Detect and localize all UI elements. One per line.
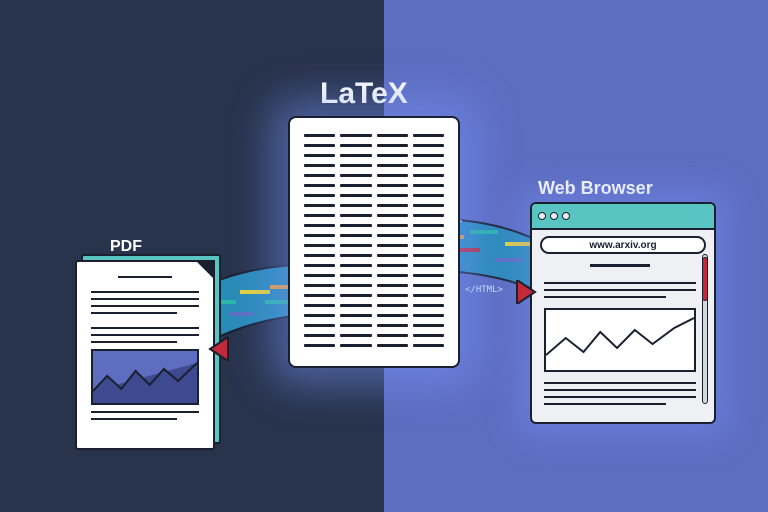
pdf-text-line	[91, 312, 177, 314]
window-control-dot	[550, 212, 558, 220]
browser-url-bar: www.arxiv.org	[540, 236, 706, 254]
page-text-line	[544, 389, 696, 391]
arrowhead-icon	[515, 280, 537, 304]
page-text-line	[544, 382, 696, 384]
browser-embedded-chart	[544, 308, 696, 372]
browser-label: Web Browser	[538, 178, 653, 199]
page-title-line	[590, 264, 651, 267]
latex-label: LaTeX	[320, 77, 408, 111]
pdf-document	[75, 260, 215, 450]
pdf-text-line	[91, 334, 199, 336]
pdf-text-line	[91, 411, 199, 413]
pdf-text-line	[91, 291, 199, 293]
browser-window: www.arxiv.org	[530, 202, 716, 424]
pdf-page-front	[75, 260, 215, 450]
page-text-line	[544, 396, 696, 398]
pdf-text-line	[91, 327, 199, 329]
arrowhead-icon	[208, 337, 230, 361]
window-control-dot	[562, 212, 570, 220]
page-text-line	[544, 296, 666, 298]
pdf-text-line	[91, 418, 177, 420]
pdf-text-line	[91, 298, 199, 300]
page-text-line	[544, 403, 666, 405]
page-text-line	[544, 289, 696, 291]
window-control-dot	[538, 212, 546, 220]
pdf-embedded-chart	[91, 349, 199, 405]
pdf-text-line	[91, 305, 199, 307]
dogear-icon	[195, 260, 215, 280]
latex-document	[288, 116, 460, 368]
pdf-text-line	[91, 341, 177, 343]
browser-titlebar	[532, 204, 714, 230]
browser-viewport	[532, 258, 714, 416]
html-close-tag-text: </HTML>	[465, 285, 504, 295]
page-text-line	[544, 282, 696, 284]
pdf-title-line	[118, 276, 172, 278]
